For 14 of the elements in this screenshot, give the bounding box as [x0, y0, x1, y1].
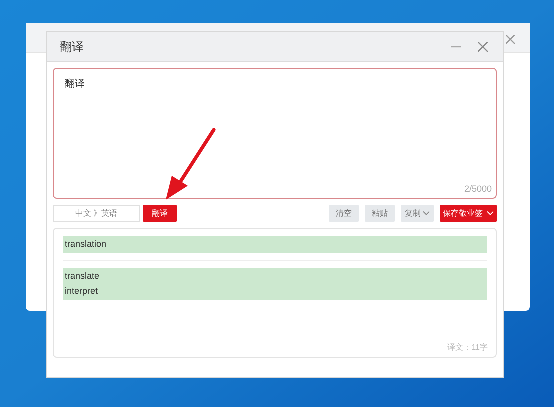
dialog-title: 翻译 — [60, 38, 84, 56]
word-count: 译文：11字 — [448, 342, 488, 354]
save-dropdown-button[interactable]: 保存敬业签 — [440, 205, 497, 222]
source-text-field[interactable]: 翻译 2/5000 — [53, 68, 497, 199]
translate-button[interactable]: 翻译 — [143, 205, 177, 222]
translation-text: translation — [65, 238, 108, 251]
translation-text: interpret — [65, 285, 100, 298]
language-selector[interactable]: 中文 》英语 — [53, 205, 140, 222]
copy-dropdown-button[interactable]: 复制 — [401, 205, 434, 222]
character-counter: 2/5000 — [464, 182, 492, 196]
action-button[interactable]: 清空 — [329, 205, 359, 222]
action-button[interactable]: 粘贴 — [365, 205, 395, 222]
source-text: 翻译 — [65, 78, 85, 92]
translation-text: translate — [65, 270, 101, 283]
